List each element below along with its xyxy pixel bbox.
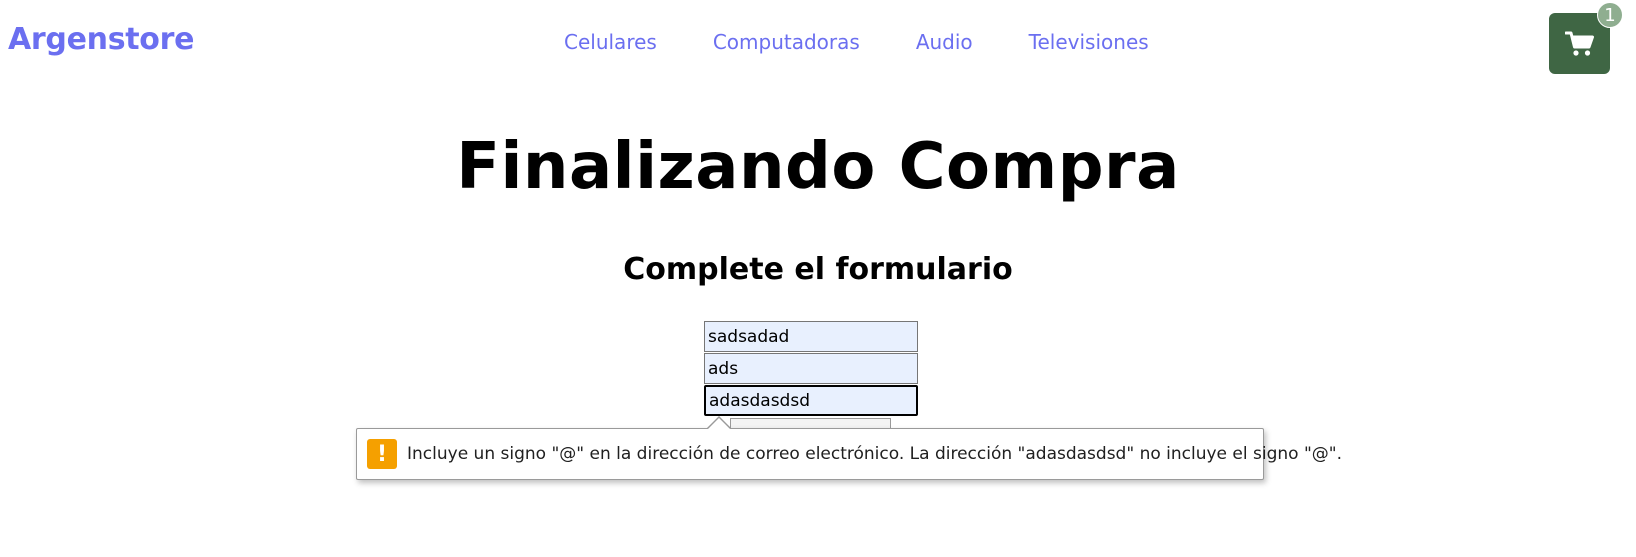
brand-logo-link[interactable]: Argenstore [8, 22, 194, 57]
checkout-page: Argenstore Celulares Computadoras Audio … [0, 0, 1636, 557]
page-title: Finalizando Compra [456, 130, 1180, 204]
form-heading: Complete el formulario [623, 252, 1013, 287]
nav-link-celulares[interactable]: Celulares [564, 30, 657, 54]
nav-link-televisiones[interactable]: Televisiones [1029, 30, 1149, 54]
lastname-field[interactable] [704, 353, 918, 384]
warning-icon: ! [367, 439, 397, 469]
shopping-cart-icon [1564, 31, 1595, 57]
name-field[interactable] [704, 321, 918, 352]
cart-count-badge: 1 [1597, 2, 1623, 28]
validation-tooltip: ! Incluye un signo "@" en la dirección d… [356, 428, 1342, 480]
email-field[interactable] [704, 385, 918, 416]
nav-link-computadoras[interactable]: Computadoras [713, 30, 860, 54]
tooltip-arrow-fill [708, 418, 730, 429]
nav-link-audio[interactable]: Audio [916, 30, 973, 54]
validation-message: Incluye un signo "@" en la dirección de … [407, 444, 1342, 464]
main-nav: Celulares Computadoras Audio Televisione… [564, 30, 1205, 54]
